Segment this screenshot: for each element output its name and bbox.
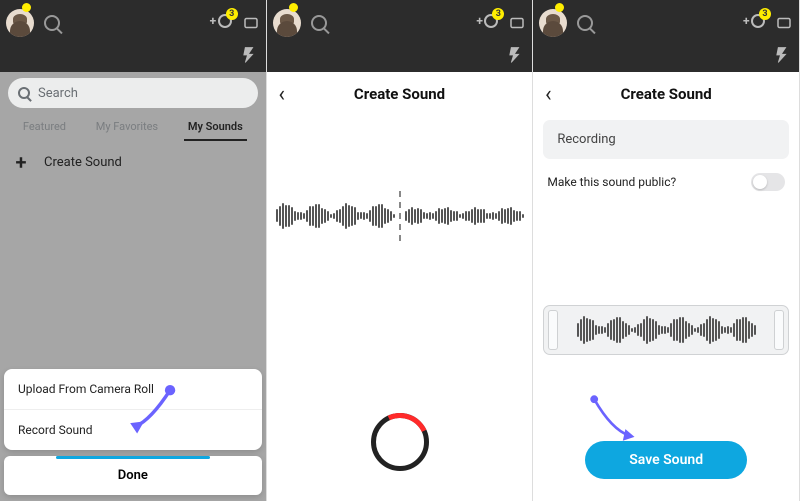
add-friend-icon[interactable]: 3 — [747, 16, 765, 30]
search-icon[interactable] — [311, 15, 327, 31]
avatar[interactable] — [539, 9, 567, 37]
panel-create-sound-save: 3 ‹ Create Sound Recording Make this sou… — [533, 0, 800, 501]
camera-subbar — [267, 46, 533, 72]
flip-camera-icon[interactable] — [775, 14, 793, 32]
flash-icon[interactable] — [773, 46, 791, 64]
tab-favorites[interactable]: My Favorites — [92, 114, 162, 141]
save-body: Recording Make this sound public? Save S… — [533, 116, 799, 501]
back-button[interactable]: ‹ — [533, 82, 563, 107]
save-sound-button[interactable]: Save Sound — [585, 441, 747, 479]
notification-dot-icon — [289, 3, 298, 12]
friend-badge: 3 — [226, 8, 238, 20]
flash-icon[interactable] — [506, 46, 524, 64]
camera-topbar: 3 — [0, 0, 266, 46]
search-icon[interactable] — [577, 15, 593, 31]
waveform-trimmer[interactable] — [543, 305, 789, 355]
upload-from-camera-roll[interactable]: Upload From Camera Roll — [4, 369, 262, 410]
back-button[interactable]: ‹ — [267, 82, 297, 107]
camera-topbar: 3 — [533, 0, 799, 46]
done-button[interactable]: Done — [4, 456, 262, 495]
plus-icon: + — [12, 153, 30, 171]
friend-badge: 3 — [492, 8, 504, 20]
record-sound-option[interactable]: Record Sound — [4, 410, 262, 450]
page-header: ‹ Create Sound — [267, 72, 533, 116]
avatar[interactable] — [6, 9, 34, 37]
friend-badge: 3 — [759, 8, 771, 20]
camera-subbar — [0, 46, 266, 72]
create-sound-label: Create Sound — [44, 155, 122, 170]
playhead-icon — [399, 191, 401, 241]
flip-camera-icon[interactable] — [508, 14, 526, 32]
action-sheet: Upload From Camera Roll Record Sound — [4, 369, 262, 450]
public-toggle[interactable] — [751, 173, 785, 191]
panel-my-sounds: 3 Search Featured My Favorites My Sounds… — [0, 0, 267, 501]
camera-subbar — [533, 46, 799, 72]
sound-tabs: Featured My Favorites My Sounds — [0, 114, 266, 141]
sounds-overlay: Search Featured My Favorites My Sounds +… — [0, 72, 266, 501]
page-title: Create Sound — [267, 85, 533, 103]
tab-featured[interactable]: Featured — [19, 114, 70, 141]
add-friend-icon[interactable]: 3 — [214, 16, 232, 30]
public-label: Make this sound public? — [547, 175, 676, 189]
record-button[interactable] — [371, 413, 429, 471]
search-input[interactable]: Search — [8, 78, 258, 108]
search-icon[interactable] — [44, 15, 60, 31]
page-title: Create Sound — [533, 85, 799, 103]
notification-dot-icon — [555, 3, 564, 12]
waveform-display — [267, 196, 533, 236]
flip-camera-icon[interactable] — [242, 14, 260, 32]
notification-dot-icon — [22, 3, 31, 12]
avatar[interactable] — [273, 9, 301, 37]
search-icon — [18, 87, 30, 99]
create-sound-row[interactable]: + Create Sound — [0, 141, 266, 183]
add-friend-icon[interactable]: 3 — [480, 16, 498, 30]
search-placeholder: Search — [38, 86, 78, 101]
camera-topbar: 3 — [267, 0, 533, 46]
tab-my-sounds[interactable]: My Sounds — [184, 114, 247, 141]
flash-icon[interactable] — [240, 46, 258, 64]
page-header: ‹ Create Sound — [533, 72, 799, 116]
recording-name-field[interactable]: Recording — [543, 120, 789, 159]
public-toggle-row: Make this sound public? — [543, 159, 789, 205]
record-body — [267, 116, 533, 501]
panel-create-sound-record: 3 ‹ Create Sound — [267, 0, 534, 501]
